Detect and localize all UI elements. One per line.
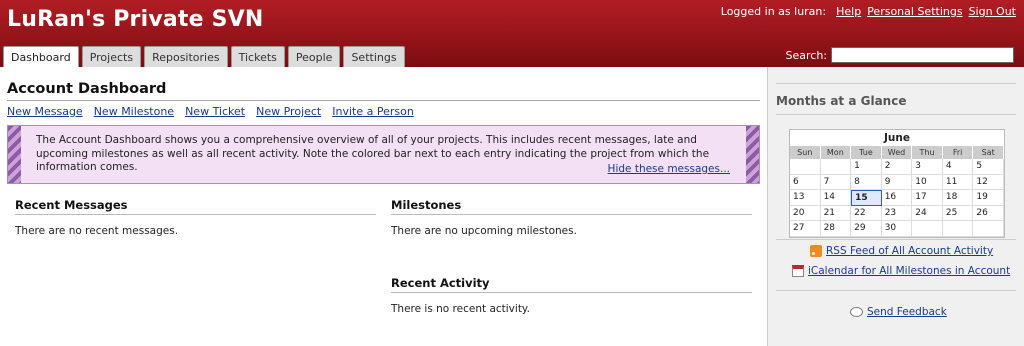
recent-messages-heading: Recent Messages	[15, 198, 376, 215]
recent-activity-heading: Recent Activity	[391, 276, 752, 293]
calendar-day[interactable]: 9	[881, 174, 913, 190]
help-link[interactable]: Help	[836, 5, 861, 18]
calendar-day[interactable]: 16	[881, 190, 913, 206]
top-navigation: Logged in as luran: Help Personal Settin…	[721, 5, 1016, 18]
new-message-link[interactable]: New Message	[7, 105, 83, 118]
calendar-day[interactable]: 12	[973, 174, 1004, 190]
main-content: Account Dashboard New Message New Milest…	[0, 67, 767, 346]
sidebar-divider	[776, 114, 1016, 115]
calendar-day[interactable]: 15	[851, 190, 882, 206]
calendar-day[interactable]: 11	[942, 174, 974, 190]
search-input[interactable]	[831, 47, 1014, 63]
tab-repositories[interactable]: Repositories	[144, 46, 228, 67]
rss-feed-link[interactable]: RSS Feed of All Account Activity	[826, 245, 993, 257]
calendar-day[interactable]: 4	[942, 159, 974, 175]
sidebar-divider	[776, 83, 1016, 84]
calendar-day[interactable]: 5	[973, 159, 1004, 175]
calendar-weekday: Fri	[942, 146, 974, 159]
tab-settings[interactable]: Settings	[343, 46, 405, 67]
rss-icon	[810, 245, 822, 257]
personal-settings-link[interactable]: Personal Settings	[867, 5, 962, 18]
calendar-day[interactable]: 20	[790, 205, 821, 221]
mini-calendar: June Sun Mon Tue Wed Thu Fri Sat 1 2 3 4 5 6 7 8 9 10 11…	[789, 129, 1005, 238]
site-title: LuRan's Private SVN	[7, 7, 264, 32]
calendar-empty-cell	[820, 159, 852, 175]
recent-activity-empty: There is no recent activity.	[391, 303, 530, 315]
calendar-empty-cell	[790, 159, 821, 175]
rss-feed-item: RSS Feed of All Account Activity	[810, 245, 993, 257]
calendar-day[interactable]: 24	[912, 205, 943, 221]
calendar-weekday-row: Sun Mon Tue Wed Thu Fri Sat	[790, 146, 1004, 159]
calendar-weekday: Wed	[881, 146, 913, 159]
logged-in-label: Logged in as luran:	[720, 5, 827, 18]
page-title: Account Dashboard	[7, 81, 167, 97]
calendar-day[interactable]: 14	[820, 190, 852, 206]
hide-messages-link[interactable]: Hide these messages...	[608, 163, 730, 175]
calendar-weekday: Sat	[973, 146, 1004, 159]
calendar-icon	[792, 265, 804, 277]
send-feedback-link[interactable]: Send Feedback	[867, 306, 947, 318]
sign-out-link[interactable]: Sign Out	[969, 5, 1016, 18]
search-area: Search:	[785, 47, 1014, 63]
calendar-day[interactable]: 25	[942, 205, 974, 221]
calendar-day[interactable]: 8	[851, 174, 882, 190]
info-notice: The Account Dashboard shows you a compre…	[7, 125, 760, 184]
calendar-day-grid: 1 2 3 4 5 6 7 8 9 10 11 12 13 14 15 16 17 18 19 20 21 22 23 24 2…	[790, 159, 1004, 237]
calendar-day[interactable]: 2	[881, 159, 913, 175]
milestones-section: Milestones There are no upcoming milesto…	[391, 198, 752, 237]
calendar-day[interactable]: 13	[790, 190, 821, 206]
calendar-day[interactable]: 6	[790, 174, 821, 190]
tab-projects[interactable]: Projects	[81, 46, 142, 67]
milestones-empty: There are no upcoming milestones.	[391, 225, 577, 237]
calendar-day[interactable]: 30	[881, 221, 913, 237]
recent-activity-section: Recent Activity There is no recent activ…	[391, 276, 752, 315]
calendar-month: June	[884, 132, 910, 144]
feedback-item: Send Feedback	[850, 306, 947, 318]
calendar-day[interactable]: 17	[912, 190, 943, 206]
calendar-day[interactable]: 27	[790, 221, 821, 237]
sidebar-divider	[776, 290, 1016, 291]
recent-messages-empty: There are no recent messages.	[15, 225, 179, 237]
icalendar-link[interactable]: iCalendar for All Milestones in Account	[808, 265, 1010, 277]
new-milestone-link[interactable]: New Milestone	[94, 105, 174, 118]
icalendar-item: iCalendar for All Milestones in Account	[792, 265, 1010, 277]
calendar-day[interactable]: 23	[881, 205, 913, 221]
calendar-empty-cell	[942, 221, 974, 237]
calendar-weekday: Thu	[912, 146, 943, 159]
calendar-empty-cell	[973, 221, 1004, 237]
title-divider	[7, 100, 760, 101]
new-project-link[interactable]: New Project	[256, 105, 321, 118]
calendar-day[interactable]: 10	[912, 174, 943, 190]
calendar-day[interactable]: 3	[912, 159, 943, 175]
calendar-day[interactable]: 26	[973, 205, 1004, 221]
search-label: Search:	[785, 48, 828, 62]
calendar-day[interactable]: 18	[942, 190, 974, 206]
calendar-day[interactable]: 28	[820, 221, 852, 237]
sidebar-divider	[776, 239, 1016, 240]
sidebar: Months at a Glance June Sun Mon Tue Wed Thu F…	[767, 67, 1024, 346]
calendar-day[interactable]: 29	[851, 221, 882, 237]
calendar-day[interactable]: 7	[820, 174, 852, 190]
speech-bubble-icon	[850, 307, 863, 317]
calendar-weekday: Tue	[851, 146, 882, 159]
new-ticket-link[interactable]: New Ticket	[185, 105, 245, 118]
calendar-weekday: Mon	[820, 146, 852, 159]
action-links: New Message New Milestone New Ticket New…	[7, 105, 414, 118]
calendar-day[interactable]: 22	[851, 205, 882, 221]
calendar-day[interactable]: 1	[851, 159, 882, 175]
header-bar: LuRan's Private SVN Logged in as luran: …	[0, 0, 1024, 67]
calendar-empty-cell	[912, 221, 943, 237]
main-tabs: Dashboard Projects Repositories Tickets …	[3, 46, 405, 67]
tab-dashboard[interactable]: Dashboard	[3, 46, 79, 67]
calendar-day[interactable]: 19	[973, 190, 1004, 206]
tab-people[interactable]: People	[287, 46, 341, 67]
tab-tickets[interactable]: Tickets	[230, 46, 285, 67]
recent-messages-section: Recent Messages There are no recent mess…	[15, 198, 376, 237]
calendar-weekday: Sun	[790, 146, 821, 159]
calendar-day[interactable]: 21	[820, 205, 852, 221]
months-at-a-glance-title: Months at a Glance	[776, 94, 907, 108]
invite-person-link[interactable]: Invite a Person	[332, 105, 414, 118]
milestones-heading: Milestones	[391, 198, 752, 215]
